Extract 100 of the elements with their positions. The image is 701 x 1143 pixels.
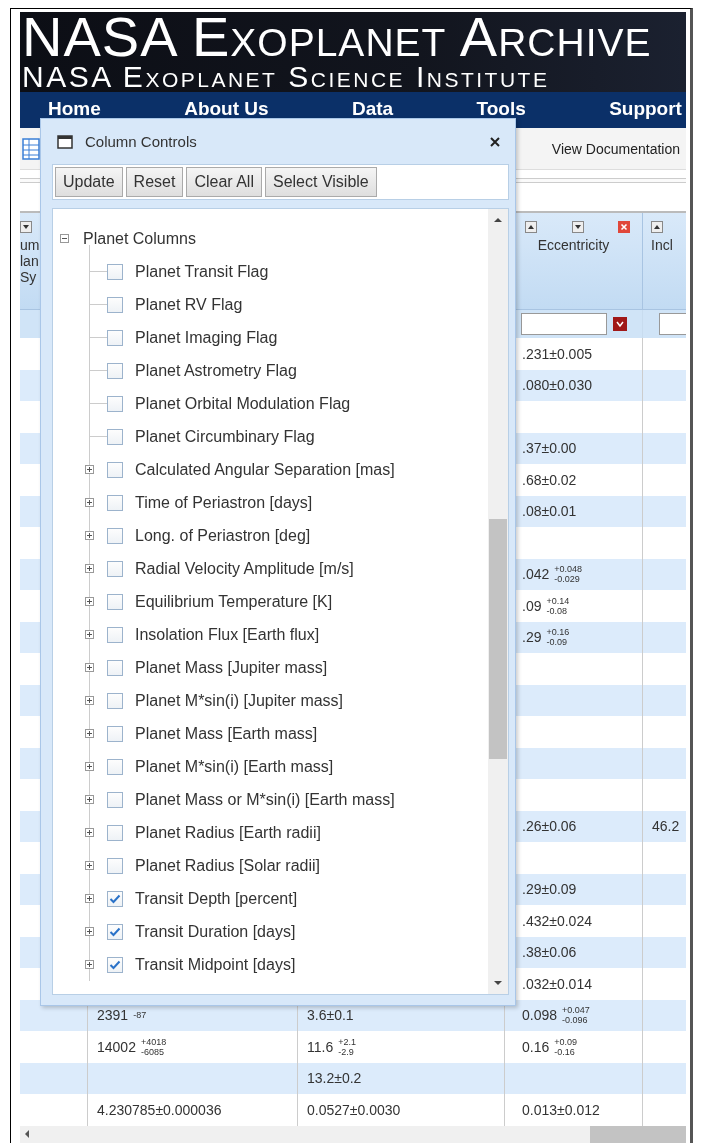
minus-error: -87 (133, 1010, 147, 1021)
tree-item-label[interactable]: Planet M*sin(i) [Jupiter mass] (135, 691, 344, 710)
checkbox[interactable] (107, 791, 123, 808)
checkbox[interactable] (107, 395, 123, 412)
nav-link[interactable]: Tools (476, 98, 526, 120)
tree-item-label[interactable]: Planet Radius [Earth radii] (135, 823, 321, 842)
dialog-button[interactable]: Clear All (186, 167, 262, 197)
column-header: um (20, 237, 40, 253)
expand-icon[interactable] (85, 696, 94, 705)
checkbox[interactable] (107, 857, 123, 874)
column-header: lan (20, 253, 40, 269)
tree-item-label[interactable]: Equilibrium Temperature [K] (135, 592, 333, 611)
sort-up-icon[interactable] (651, 221, 663, 233)
checkbox[interactable] (107, 758, 123, 775)
checkbox[interactable] (107, 461, 123, 478)
checkbox[interactable] (107, 329, 123, 346)
expand-icon[interactable] (85, 465, 94, 474)
tree-item-label[interactable]: Time of Periastron [days] (135, 493, 313, 512)
nav-link[interactable]: About Us (184, 98, 269, 120)
collapse-icon[interactable] (59, 234, 69, 243)
tree-item-label[interactable]: Planet Imaging Flag (135, 328, 278, 347)
scroll-down-arrow[interactable] (493, 980, 503, 986)
column-header: Sy (20, 269, 38, 285)
table-icon[interactable] (22, 137, 40, 160)
dialog-button[interactable]: Select Visible (264, 167, 377, 197)
minus-error: -0.09 (546, 637, 568, 648)
checkbox[interactable] (107, 362, 123, 379)
expand-icon[interactable] (85, 894, 94, 903)
tree-item-label[interactable]: Calculated Angular Separation [mas] (135, 460, 395, 479)
checkbox[interactable] (107, 494, 123, 511)
tree-item-label[interactable]: Planet Astrometry Flag (135, 361, 297, 380)
expand-icon[interactable] (85, 663, 94, 672)
tree-group-label[interactable]: Planet Columns (83, 229, 196, 248)
scrollbar-thumb[interactable] (489, 519, 507, 759)
checkbox[interactable] (107, 593, 123, 610)
scroll-left-arrow[interactable] (24, 1129, 30, 1140)
checkbox[interactable] (107, 890, 123, 907)
tree-item-label[interactable]: Planet Orbital Modulation Flag (135, 394, 351, 413)
expand-icon[interactable] (85, 762, 94, 771)
site-title: NASA Exoplanet Archive (22, 12, 652, 62)
checkbox[interactable] (107, 527, 123, 544)
sort-down-icon[interactable] (571, 221, 584, 233)
tree-item-label[interactable]: Planet Circumbinary Flag (135, 427, 315, 446)
dialog-button[interactable]: Update (55, 167, 123, 197)
checkbox[interactable] (107, 296, 123, 313)
checkbox[interactable] (107, 956, 123, 973)
expand-icon[interactable] (85, 630, 94, 639)
expand-icon[interactable] (85, 861, 94, 870)
checkbox[interactable] (107, 725, 123, 742)
expand-icon[interactable] (85, 795, 94, 804)
sort-down-icon[interactable] (20, 221, 32, 233)
checkbox[interactable] (107, 428, 123, 445)
tree-item-label[interactable]: Transit Midpoint [days] (135, 955, 296, 974)
tree-item-label[interactable]: Long. of Periastron [deg] (135, 526, 311, 545)
expand-icon[interactable] (85, 531, 94, 540)
checkbox[interactable] (107, 626, 123, 643)
checkbox[interactable] (107, 263, 123, 280)
tree-item-label[interactable]: Radial Velocity Amplitude [m/s] (135, 559, 354, 578)
checkbox[interactable] (107, 692, 123, 709)
filter-menu-icon[interactable] (613, 317, 627, 331)
tree-item-label[interactable]: Insolation Flux [Earth flux] (135, 625, 320, 644)
tree-item-label[interactable]: Planet M*sin(i) [Earth mass] (135, 757, 334, 776)
table-cell: 14002 (97, 1038, 136, 1055)
checkbox[interactable] (107, 560, 123, 577)
plus-error: +0.14 (546, 595, 570, 606)
tree-item-label[interactable]: Planet Mass or M*sin(i) [Earth mass] (135, 790, 395, 809)
tree-item-label[interactable]: Planet Mass [Jupiter mass] (135, 658, 328, 677)
scroll-up-arrow[interactable] (493, 217, 503, 223)
expand-icon[interactable] (85, 927, 94, 936)
plus-error: +0.09 (554, 1036, 578, 1047)
tree-item-label[interactable]: Transit Duration [days] (135, 922, 296, 941)
expand-icon[interactable] (85, 597, 94, 606)
tree-item-label[interactable]: Planet Radius [Solar radii] (135, 856, 320, 875)
expand-icon[interactable] (85, 960, 94, 969)
table-cell: .432±0.024 (522, 912, 592, 929)
expand-icon[interactable] (85, 564, 94, 573)
dialog-button[interactable]: Reset (125, 167, 184, 197)
remove-column-icon[interactable] (618, 221, 630, 233)
minus-error: -0.16 (554, 1046, 576, 1057)
minus-error: -0.029 (554, 574, 581, 585)
nav-link[interactable]: Home (48, 98, 101, 120)
expand-icon[interactable] (85, 828, 94, 837)
table-cell: .37±0.00 (522, 440, 577, 457)
tree-item-label[interactable]: Planet RV Flag (135, 295, 243, 314)
close-icon[interactable] (489, 135, 501, 148)
expand-icon[interactable] (85, 729, 94, 738)
sort-up-icon[interactable] (525, 221, 537, 233)
checkbox[interactable] (107, 923, 123, 940)
nav-link[interactable]: Support (609, 98, 682, 120)
filter-field[interactable] (521, 313, 607, 335)
expand-icon[interactable] (85, 498, 94, 507)
tree-item-label[interactable]: Transit Depth [percent] (135, 889, 298, 908)
column-header: Eccentricity (537, 237, 610, 253)
checkbox[interactable] (107, 824, 123, 841)
table-cell: 0.098 (522, 1007, 558, 1024)
nav-link[interactable]: Data (351, 98, 394, 120)
view-documentation-link[interactable]: View Documentation (551, 140, 680, 157)
checkbox[interactable] (107, 659, 123, 676)
tree-item-label[interactable]: Planet Transit Flag (135, 262, 269, 281)
tree-item-label[interactable]: Planet Mass [Earth mass] (135, 724, 318, 743)
